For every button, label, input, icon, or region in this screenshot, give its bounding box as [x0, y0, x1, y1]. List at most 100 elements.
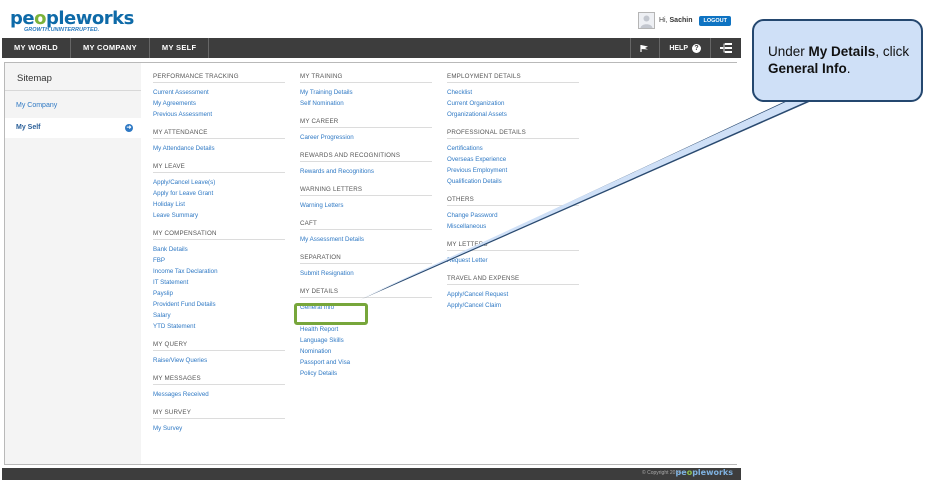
- sidebar-item-my-self[interactable]: My Self ➜: [5, 118, 141, 138]
- section-heading-my-letters: MY LETTERS: [447, 239, 579, 251]
- link-holiday-list[interactable]: Holiday List: [153, 199, 285, 210]
- link-current-assessment[interactable]: Current Assessment: [153, 87, 285, 98]
- section-heading-employment-details: EMPLOYMENT DETAILS: [447, 71, 579, 83]
- section-heading-separation: SEPARATION: [300, 252, 432, 264]
- link-language-skills[interactable]: Language Skills: [300, 335, 432, 346]
- link-passport-and-visa[interactable]: Passport and Visa: [300, 357, 432, 368]
- flag-icon: [640, 44, 649, 52]
- link-submit-resignation[interactable]: Submit Resignation: [300, 268, 432, 279]
- nav-my-self[interactable]: MY SELF: [150, 38, 210, 58]
- link-request-letter[interactable]: Request Letter: [447, 255, 579, 266]
- help-button[interactable]: HELP ?: [659, 38, 710, 58]
- sidebar-item-my-company[interactable]: My Company: [5, 96, 141, 116]
- link-rewards-and-recognitions[interactable]: Rewards and Recognitions: [300, 166, 432, 177]
- link-ytd-statement[interactable]: YTD Statement: [153, 321, 285, 332]
- link-checklist[interactable]: Checklist: [447, 87, 579, 98]
- link-health-report[interactable]: Health Report: [300, 324, 432, 335]
- sitemap-icon: [720, 43, 732, 53]
- arrow-right-icon: ➜: [125, 124, 133, 132]
- sitemap-column-2: MY TRAINING My Training Details Self Nomin…: [300, 63, 432, 382]
- section-heading-performance-tracking: PERFORMANCE TRACKING: [153, 71, 285, 83]
- link-organizational-assets[interactable]: Organizational Assets: [447, 109, 579, 120]
- link-previous-employment[interactable]: Previous Employment: [447, 165, 579, 176]
- link-my-agreements[interactable]: My Agreements: [153, 98, 285, 109]
- link-nomination[interactable]: Nomination: [300, 346, 432, 357]
- app-header: peopleworks GROWTH.UNINTERRUPTED. Hi, Sa…: [2, 2, 741, 38]
- link-bank-details[interactable]: Bank Details: [153, 244, 285, 255]
- user-greeting: Hi, Sachin: [659, 17, 693, 24]
- section-heading-others: OTHERS: [447, 194, 579, 206]
- link-my-survey[interactable]: My Survey: [153, 423, 285, 434]
- link-my-training-details[interactable]: My Training Details: [300, 87, 432, 98]
- link-change-password[interactable]: Change Password: [447, 210, 579, 221]
- link-previous-assessment[interactable]: Previous Assessment: [153, 109, 285, 120]
- link-messages-received[interactable]: Messages Received: [153, 389, 285, 400]
- link-apply-cancel-leave-s[interactable]: Apply/Cancel Leave(s): [153, 177, 285, 188]
- main-nav: MY WORLD MY COMPANY MY SELF HELP ?: [2, 38, 741, 58]
- link-apply-cancel-claim[interactable]: Apply/Cancel Claim: [447, 300, 579, 311]
- section-heading-rewards-and-recognitions: REWARDS AND RECOGNITIONS: [300, 150, 432, 162]
- link-it-statement[interactable]: IT Statement: [153, 277, 285, 288]
- section-heading-professional-details: PROFESSIONAL DETAILS: [447, 127, 579, 139]
- link-overseas-experience[interactable]: Overseas Experience: [447, 154, 579, 165]
- section-heading-warning-letters: WARNING LETTERS: [300, 184, 432, 196]
- link-certifications[interactable]: Certifications: [447, 143, 579, 154]
- link-self-nomination[interactable]: Self Nomination: [300, 98, 432, 109]
- logo[interactable]: peopleworks GROWTH.UNINTERRUPTED.: [10, 8, 134, 33]
- sitemap-column-1: PERFORMANCE TRACKING Current Assessment My…: [153, 63, 285, 437]
- section-heading-my-details: MY DETAILS: [300, 286, 432, 298]
- nav-my-company[interactable]: MY COMPANY: [71, 38, 150, 58]
- nav-my-world[interactable]: MY WORLD: [2, 38, 71, 58]
- section-heading-travel-and-expense: TRAVEL AND EXPENSE: [447, 273, 579, 285]
- link-leave-summary[interactable]: Leave Summary: [153, 210, 285, 221]
- link-provident-fund-details[interactable]: Provident Fund Details: [153, 299, 285, 310]
- user-name: Sachin: [669, 17, 693, 24]
- section-heading-my-training: MY TRAINING: [300, 71, 432, 83]
- section-heading-my-messages: MY MESSAGES: [153, 373, 285, 385]
- user-area: Hi, Sachin LOGOUT: [638, 12, 731, 29]
- sitemap-toggle[interactable]: [710, 38, 741, 58]
- link-warning-letters[interactable]: Warning Letters: [300, 200, 432, 211]
- nav-right: HELP ?: [630, 38, 741, 58]
- section-heading-my-survey: MY SURVEY: [153, 407, 285, 419]
- avatar[interactable]: [638, 12, 655, 29]
- link-qualification-details[interactable]: Qualification Details: [447, 176, 579, 187]
- link-apply-cancel-request[interactable]: Apply/Cancel Request: [447, 289, 579, 300]
- link-apply-for-leave-grant[interactable]: Apply for Leave Grant: [153, 188, 285, 199]
- sidebar-item-label: My Self: [16, 124, 41, 131]
- help-icon: ?: [692, 43, 701, 53]
- logout-button[interactable]: LOGOUT: [699, 15, 731, 26]
- notification-cell[interactable]: [630, 38, 659, 58]
- help-label: HELP: [669, 44, 688, 52]
- link-career-progression[interactable]: Career Progression: [300, 132, 432, 143]
- link-current-organization[interactable]: Current Organization: [447, 98, 579, 109]
- link-my-assessment-details[interactable]: My Assessment Details: [300, 234, 432, 245]
- link-payslip[interactable]: Payslip: [153, 288, 285, 299]
- section-heading-my-compensation: MY COMPENSATION: [153, 228, 285, 240]
- link-miscellaneous[interactable]: Miscellaneous: [447, 221, 579, 232]
- link-policy-details[interactable]: Policy Details: [300, 368, 432, 379]
- callout-text: Under My Details, click General Info.: [768, 44, 910, 76]
- sitemap-sidebar: Sitemap My Company My Self ➜: [5, 63, 141, 464]
- link-my-attendance-details[interactable]: My Attendance Details: [153, 143, 285, 154]
- link-salary[interactable]: Salary: [153, 310, 285, 321]
- link-fbp[interactable]: FBP: [153, 255, 285, 266]
- link-raise-view-queries[interactable]: Raise/View Queries: [153, 355, 285, 366]
- logo-text: peopleworks: [10, 8, 134, 29]
- link-income-tax-declaration[interactable]: Income Tax Declaration: [153, 266, 285, 277]
- section-heading-caft: CAFT: [300, 218, 432, 230]
- footer-logo: peopleworks: [675, 468, 733, 477]
